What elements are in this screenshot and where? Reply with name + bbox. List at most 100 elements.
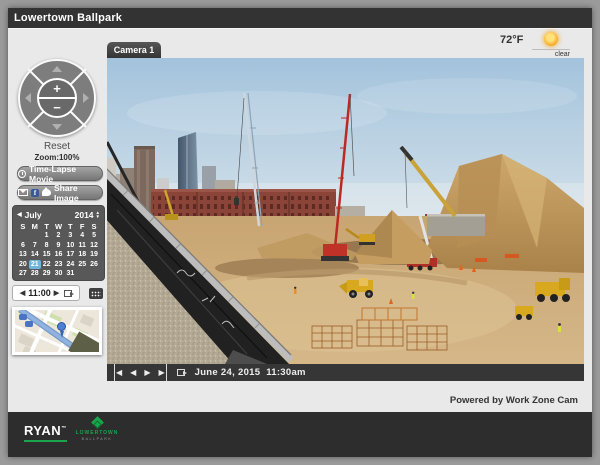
calendar-day[interactable]: 18: [76, 250, 88, 260]
live-image-icon[interactable]: [64, 290, 72, 297]
ryan-logo[interactable]: RYAN™: [24, 423, 67, 442]
construction-site-photo: [107, 58, 584, 364]
last-frame-icon[interactable]: ▶: [158, 364, 166, 381]
calendar-day: [88, 269, 100, 279]
calendar-day[interactable]: 15: [41, 250, 53, 260]
pan-right-icon[interactable]: [83, 93, 89, 103]
lowertown-logo-text: LOWERTOWN: [70, 430, 124, 436]
frame-datetime: June 24, 2015 11:30am: [195, 367, 306, 378]
calendar-day[interactable]: 10: [64, 241, 76, 251]
lowertown-ballpark-logo[interactable]: LOWERTOWN BALLPARK: [70, 418, 124, 441]
calendar-day[interactable]: 29: [41, 269, 53, 279]
calendar-day[interactable]: 7: [29, 241, 41, 251]
camera-image[interactable]: [107, 58, 584, 364]
time-value: 11:00: [28, 288, 51, 298]
year-spinner: ▲ ▼: [96, 211, 100, 218]
powered-by-label: Powered by Work Zone Cam: [450, 395, 578, 406]
calendar-day[interactable]: 25: [76, 260, 88, 270]
calendar-day[interactable]: 4: [76, 231, 88, 241]
email-icon[interactable]: [18, 189, 28, 196]
route-shield-icon: [19, 314, 27, 320]
prev-month-icon[interactable]: ◀: [17, 211, 22, 218]
calendar-day-selected[interactable]: 21: [29, 260, 41, 270]
first-frame-icon[interactable]: ◀: [114, 364, 122, 381]
day-header: T: [41, 222, 53, 231]
calendar-day[interactable]: 27: [17, 269, 29, 279]
calendar-day: [17, 231, 29, 241]
map-thumbnail[interactable]: [12, 307, 102, 355]
calendar-day[interactable]: 14: [29, 250, 41, 260]
calendar-day[interactable]: 12: [88, 241, 100, 251]
calendar-day: [76, 269, 88, 279]
share-image-label: Share Image: [54, 183, 102, 203]
map-pin-icon: [57, 322, 66, 331]
calendar-day[interactable]: 31: [64, 269, 76, 279]
jump-to-live-icon[interactable]: [177, 369, 185, 376]
day-header: S: [17, 222, 29, 231]
reset-button[interactable]: Reset: [8, 141, 106, 152]
calendar-day[interactable]: 9: [53, 241, 65, 251]
ballpark-diamond-icon: [91, 416, 104, 429]
pan-up-icon[interactable]: [52, 66, 62, 72]
sun-icon: [544, 32, 558, 46]
calendar-day[interactable]: 17: [64, 250, 76, 260]
calendar-day[interactable]: 3: [64, 231, 76, 241]
day-header: T: [64, 222, 76, 231]
calendar-day-headers: S M T W T F S: [17, 222, 100, 231]
content-area: + − Reset Zoom:100% Time-Lapse Movie f S…: [8, 28, 592, 412]
calendar-day[interactable]: 6: [17, 241, 29, 251]
calendar-day[interactable]: 26: [88, 260, 100, 270]
day-header: S: [88, 222, 100, 231]
calendar-day[interactable]: 5: [88, 231, 100, 241]
archive-grid-icon[interactable]: [89, 288, 103, 299]
map-block: [80, 314, 95, 327]
temperature-label: 72°F: [500, 34, 523, 46]
route-shield-icon: [25, 321, 33, 327]
tab-camera-1[interactable]: Camera 1: [107, 42, 161, 58]
calendar-day[interactable]: 24: [64, 260, 76, 270]
calendar-day[interactable]: 2: [53, 231, 65, 241]
prev-frame-icon[interactable]: ◀: [130, 364, 136, 381]
calendar-grid: 1 2 3 4 5 6 7 8 9 10 11 12 13 14 15 16 1…: [17, 231, 100, 279]
calendar-day[interactable]: 1: [41, 231, 53, 241]
trademark-symbol: ™: [61, 426, 67, 432]
calendar-day[interactable]: 8: [41, 241, 53, 251]
calendar-day[interactable]: 28: [29, 269, 41, 279]
calendar-year: 2014: [75, 210, 94, 220]
twitter-icon[interactable]: [42, 189, 51, 196]
calendar-day[interactable]: 13: [17, 250, 29, 260]
ballpark-logo-text: BALLPARK: [70, 437, 124, 441]
time-next-icon[interactable]: ▶: [54, 289, 59, 297]
calendar-day[interactable]: 11: [76, 241, 88, 251]
zoom-level-label: Zoom:100%: [8, 153, 106, 162]
calendar-day[interactable]: 19: [88, 250, 100, 260]
day-header: F: [76, 222, 88, 231]
pan-left-icon[interactable]: [25, 93, 31, 103]
ryan-logo-text: RYAN: [24, 423, 61, 438]
share-image-button[interactable]: f Share Image: [17, 185, 103, 200]
time-selector: ◀ 11:00 ▶: [12, 285, 80, 301]
next-frame-icon[interactable]: ▶: [144, 364, 150, 381]
calendar-day[interactable]: 20: [17, 260, 29, 270]
pan-zoom-control[interactable]: + −: [18, 59, 96, 137]
calendar-header: ◀ July 2014 ▲ ▼: [17, 209, 100, 220]
zoom-out-button[interactable]: −: [39, 99, 75, 116]
year-down-icon[interactable]: ▼: [96, 215, 100, 219]
zoom-center: + −: [37, 78, 77, 118]
calendar-day[interactable]: 22: [41, 260, 53, 270]
pan-down-icon[interactable]: [52, 124, 62, 130]
calendar-day[interactable]: 23: [53, 260, 65, 270]
calendar-day[interactable]: 30: [53, 269, 65, 279]
time-lapse-movie-button[interactable]: Time-Lapse Movie: [17, 166, 103, 181]
weather-condition: clear: [532, 49, 570, 58]
window-title: Lowertown Ballpark: [8, 8, 592, 28]
time-lapse-label: Time-Lapse Movie: [29, 164, 102, 184]
day-header: M: [29, 222, 41, 231]
facebook-icon[interactable]: f: [31, 189, 39, 197]
footer-bar: RYAN™ LOWERTOWN BALLPARK: [8, 412, 592, 457]
day-header: W: [53, 222, 65, 231]
zoom-in-button[interactable]: +: [39, 80, 75, 97]
time-prev-icon[interactable]: ◀: [20, 289, 25, 297]
calendar: ◀ July 2014 ▲ ▼ S M T W T F S: [12, 205, 105, 281]
calendar-day[interactable]: 16: [53, 250, 65, 260]
